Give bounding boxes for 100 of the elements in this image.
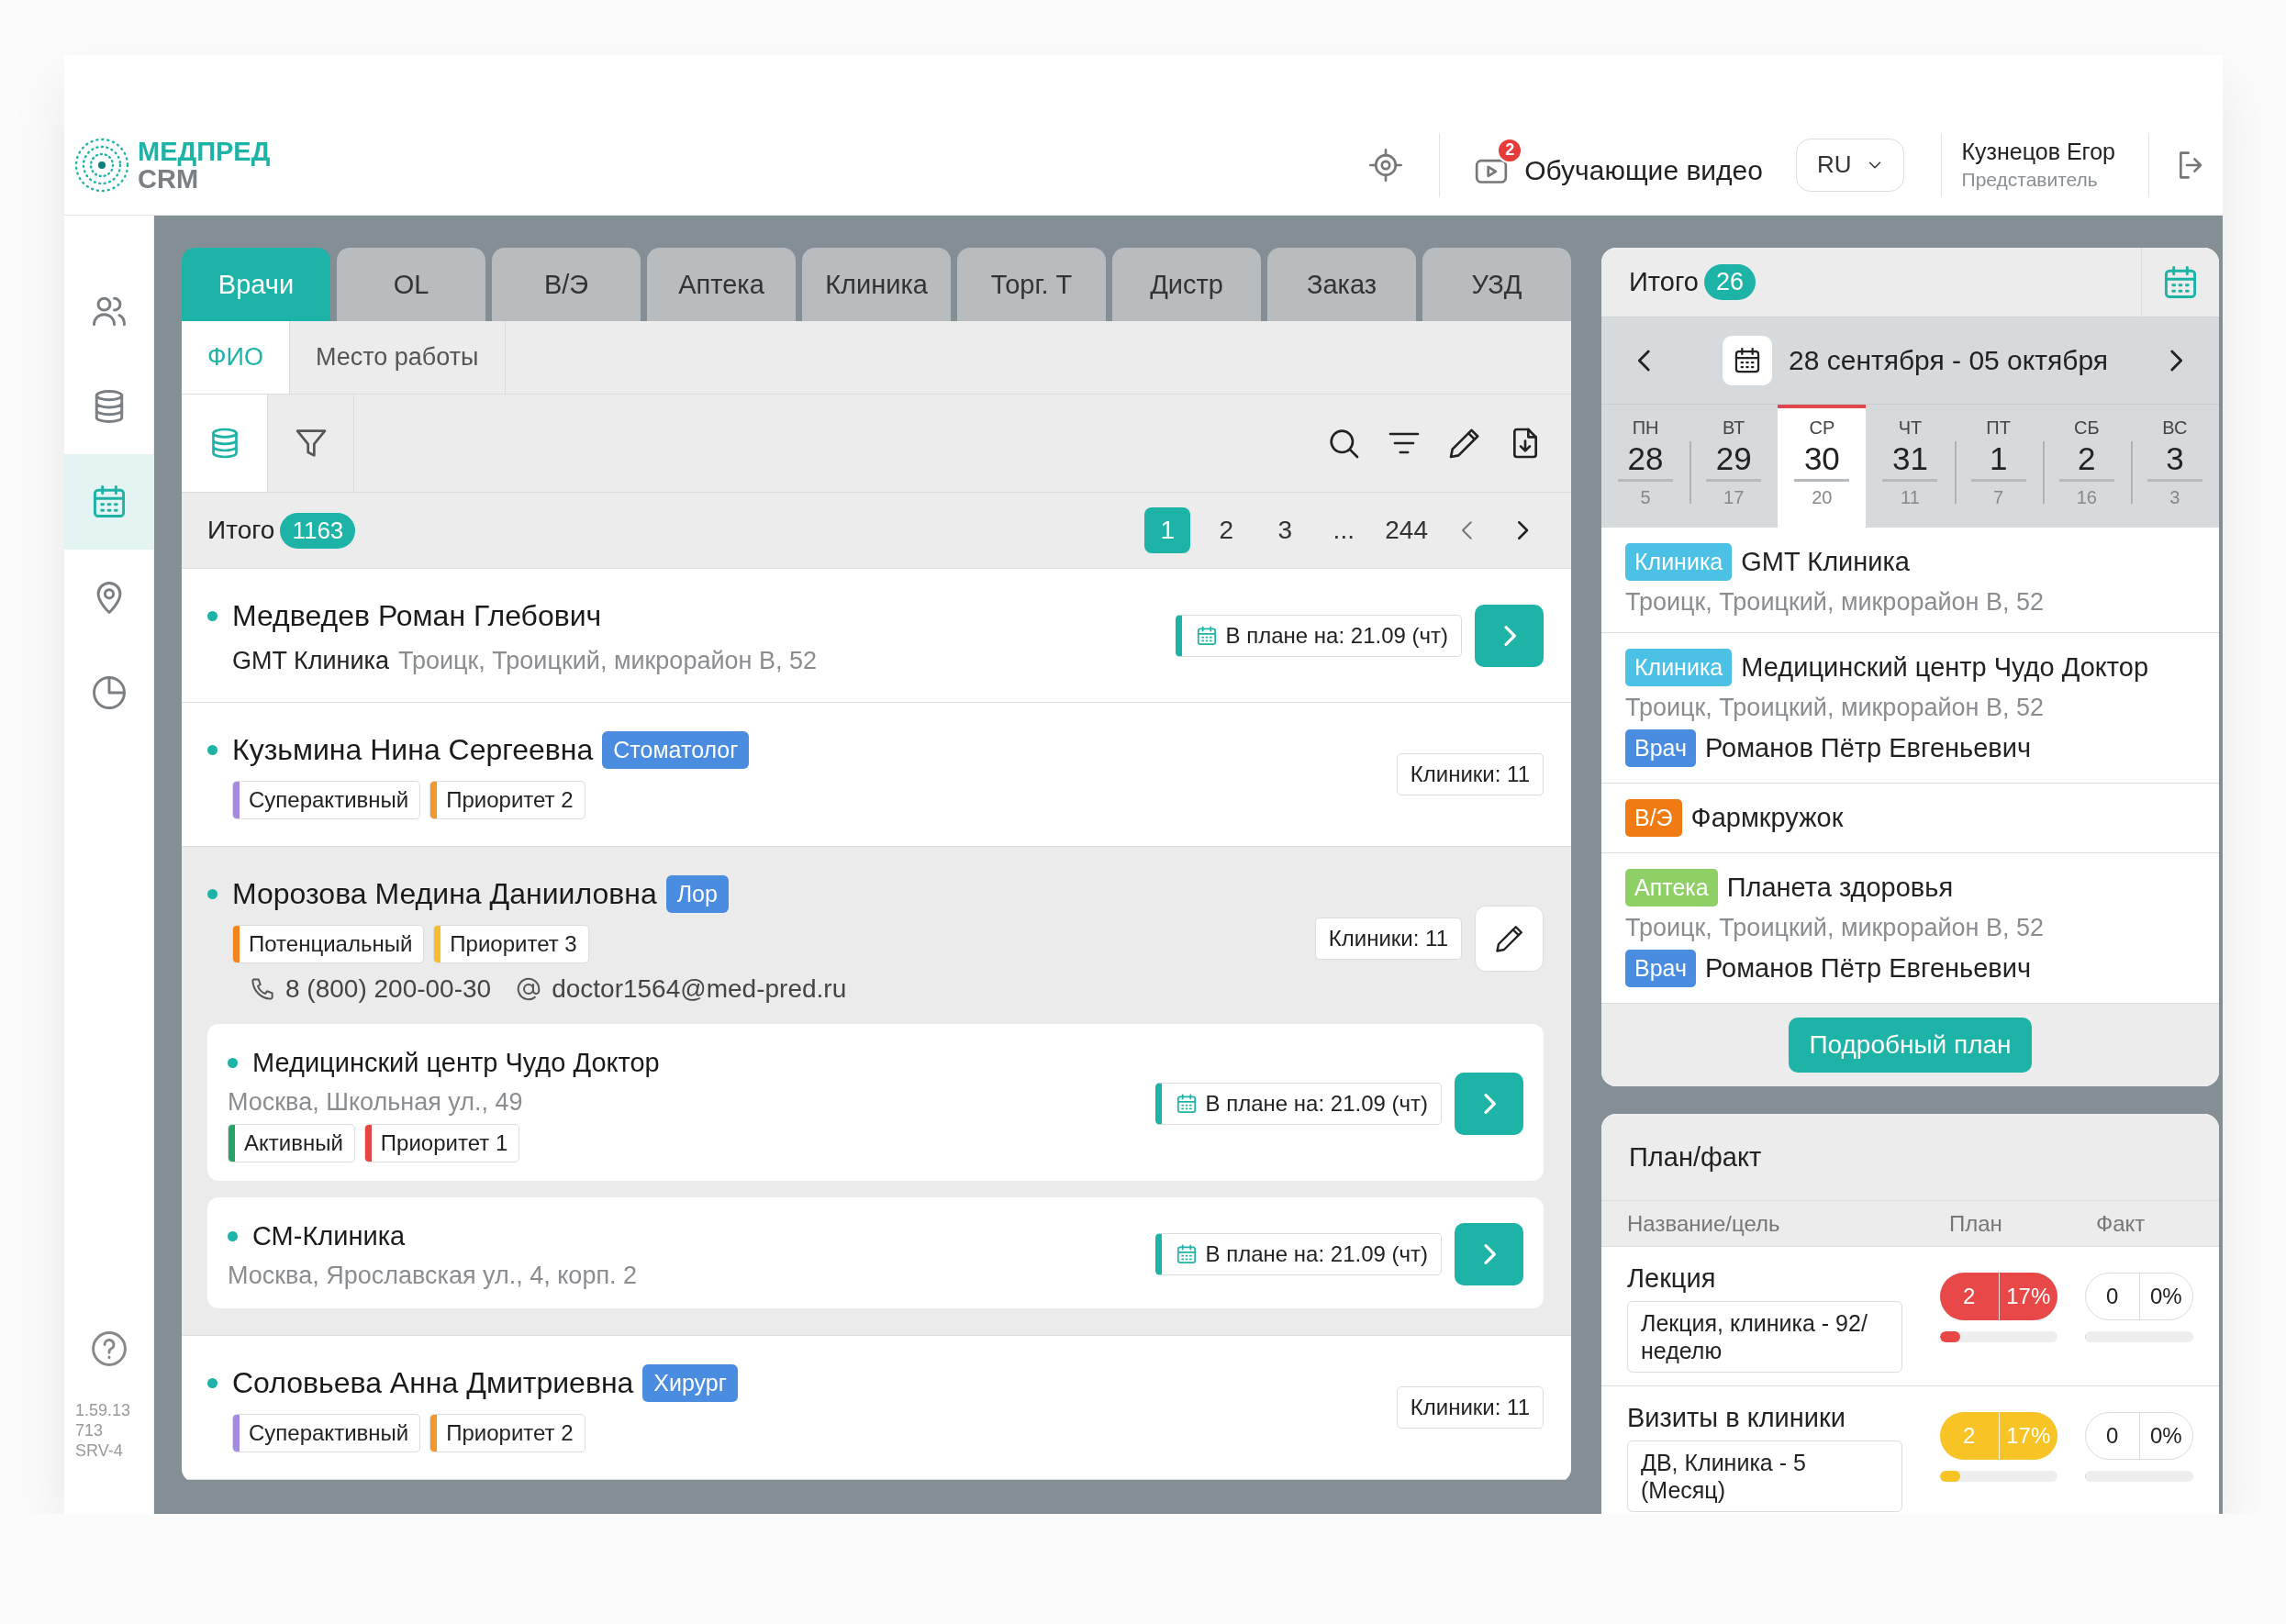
- fact-count: 0: [2105, 1283, 2120, 1310]
- clinics-count-chip: Клиники: 11: [1314, 918, 1462, 960]
- event-name: GMT Клиника: [1741, 547, 1910, 577]
- phone-number: 8 (800) 200-00-30: [285, 974, 492, 1004]
- fact-percent: 0%: [2138, 1413, 2192, 1459]
- plan-count: 2: [1962, 1422, 1977, 1450]
- plan-percent: 17%: [1998, 1273, 2057, 1320]
- logo-text: МЕДПРЕД: [138, 137, 271, 165]
- plan-percent: 17%: [1998, 1412, 2057, 1460]
- day-number: 31: [1882, 439, 1938, 482]
- total-label: Итого: [207, 516, 275, 545]
- tab[interactable]: Аптека: [647, 248, 796, 321]
- workplace-name: GMT Клиника: [232, 647, 389, 675]
- tab[interactable]: Заказ: [1267, 248, 1416, 321]
- type-tag: Клиника: [1625, 649, 1733, 686]
- plan-date-text: В плане на: 21.09 (чт): [1225, 622, 1448, 649]
- day-of-week: ЧТ: [1898, 417, 1923, 439]
- day-tab[interactable]: ВТ 29 17: [1689, 405, 1779, 528]
- day-of-week: ВС: [2162, 417, 2188, 439]
- day-tab[interactable]: ПТ 1 7: [1954, 405, 2043, 528]
- location-button[interactable]: [1367, 146, 1405, 184]
- status-dot: [228, 1057, 238, 1068]
- day-tab[interactable]: ПН 28 5: [1601, 405, 1690, 528]
- event-item[interactable]: Клиника Медицинский центр Чудо Доктор Троицк, Троицкий, микрорайон В, 52 Врач Романов Пётр Евгеньевич: [1601, 633, 2219, 784]
- event-name: Планета здоровья: [1726, 873, 1954, 903]
- doctor-name: Морозова Медина Данииловна: [232, 876, 657, 911]
- day-tab[interactable]: ЧТ 31 11: [1866, 405, 1955, 528]
- specialty-badge: Стоматолог: [602, 730, 750, 769]
- specialty-badge: Хирург: [642, 1363, 738, 1402]
- page-button[interactable]: 3: [1262, 507, 1309, 553]
- workplace-card[interactable]: Медицинский центр Чудо Доктор Москва, Школьная ул., 49 Активный Приоритет 1 В плане на: 21.09 (чт): [207, 1024, 1544, 1181]
- doctor-name: Соловьева Анна Дмитриевна: [232, 1365, 634, 1400]
- day-number: 3: [2147, 439, 2202, 482]
- open-button[interactable]: [1455, 1072, 1523, 1135]
- status-tag: Потенциальный: [232, 925, 425, 963]
- date-range: 28 сентября - 05 октября: [1789, 345, 2108, 376]
- count-badge: 1163: [280, 512, 356, 549]
- doctor-row[interactable]: Соловьева Анна Дмитриевна Хирург Суперактивный Приоритет 2 Клиники: 11: [182, 1336, 1571, 1480]
- day-of-week: ПН: [1632, 417, 1659, 439]
- goal-text: ДВ, Клиника - 5 (Месяц): [1627, 1440, 1902, 1512]
- doctor-row[interactable]: [182, 847, 1571, 1336]
- tab[interactable]: Торг. Т: [957, 248, 1106, 321]
- tab[interactable]: Дистр: [1112, 248, 1261, 321]
- column-header: План: [1948, 1210, 2003, 1237]
- date-picker-button[interactable]: [1723, 336, 1772, 385]
- version-text: 1.59.13 713 SRV-4: [74, 1400, 132, 1462]
- event-name: Медицинский центр Чудо Доктор: [1741, 652, 2149, 683]
- user-name: Кузнецов Егор: [1961, 139, 2115, 165]
- user-role: Представитель: [1961, 169, 2099, 191]
- goal-text: Лекция, клиника - 92/неделю: [1627, 1301, 1902, 1373]
- workplace-card[interactable]: СМ-Клиника Москва, Ярославская ул., 4, корп. 2 В плане на: 21.09 (чт): [207, 1197, 1544, 1308]
- visit-count: 17: [1723, 487, 1745, 508]
- event-item[interactable]: В/Э Фармкружок: [1601, 784, 2219, 853]
- doctor-row[interactable]: Медведев Роман Глебович GMT Клиника Троицк, Троицкий, микрорайон В, 52 В плане на: 21.09 (чт): [182, 569, 1571, 703]
- notification-badge: 2: [1497, 137, 1523, 163]
- status-dot: [207, 610, 217, 621]
- edit-button[interactable]: [1475, 906, 1544, 972]
- doctor-name: Романов Пётр Евгеньевич: [1704, 733, 2032, 763]
- clinics-count-chip: Клиники: 11: [1396, 753, 1544, 795]
- goal-name: Лекция: [1627, 1263, 1717, 1294]
- type-tag: Врач: [1625, 950, 1696, 987]
- phone-icon: [249, 975, 276, 1003]
- status-tag: Приоритет 2: [429, 1414, 585, 1452]
- sidebar-item[interactable]: [64, 454, 153, 550]
- event-item[interactable]: Клиника GMT Клиника Троицк, Троицкий, микрорайон В, 52: [1601, 528, 2219, 633]
- sub-tab[interactable]: Место работы: [289, 321, 506, 394]
- day-tab[interactable]: СР 30 20: [1778, 405, 1867, 528]
- tab[interactable]: OL: [337, 248, 485, 321]
- language-dropdown[interactable]: RU: [1795, 138, 1904, 192]
- count-badge: 26: [1704, 264, 1756, 300]
- visit-count: 7: [1993, 487, 2004, 508]
- status-tag: Суперактивный: [232, 781, 421, 819]
- event-item[interactable]: Аптека Планета здоровья Троицк, Троицкий, микрорайон В, 52 Врач Романов Пётр Евгеньевич: [1601, 853, 2219, 1004]
- page-button[interactable]: ...: [1321, 507, 1367, 553]
- visit-count: 20: [1812, 487, 1833, 508]
- fact-percent: 0%: [2138, 1274, 2192, 1319]
- open-button[interactable]: [1475, 604, 1544, 667]
- type-tag: Аптека: [1625, 869, 1718, 907]
- status-dot: [207, 1377, 217, 1388]
- training-videos-button[interactable]: 2 Обучающие видео: [1473, 133, 1763, 196]
- status-tag: Суперактивный: [232, 1414, 421, 1452]
- doctor-row[interactable]: Кузьмина Нина Сергеевна Стоматолог Суперактивный Приоритет 2 Клиники: 11: [182, 703, 1571, 847]
- tab[interactable]: Клиника: [802, 248, 951, 321]
- address-text: Троицк, Троицкий, микрорайон В, 52: [398, 647, 817, 675]
- status-dot: [207, 888, 217, 899]
- specialty-badge: Лор: [665, 874, 729, 913]
- status-tag: Активный: [228, 1124, 355, 1162]
- view-button[interactable]: [182, 395, 268, 492]
- doctor-name: Кузьмина Нина Сергеевна: [232, 732, 594, 767]
- tab[interactable]: В/Э: [492, 248, 641, 321]
- status-dot: [207, 744, 217, 755]
- page-button[interactable]: 244: [1379, 507, 1433, 553]
- status-tag: Приоритет 3: [433, 925, 589, 963]
- tab[interactable]: УЗД: [1422, 248, 1571, 321]
- event-name: Фармкружок: [1690, 803, 1844, 833]
- page-button[interactable]: 2: [1203, 507, 1250, 553]
- open-button[interactable]: [1455, 1222, 1523, 1285]
- day-tab[interactable]: СБ 2 16: [2042, 405, 2131, 528]
- day-tab[interactable]: ВС 3 3: [2130, 405, 2219, 528]
- email-address: doctor1564@med-pred.ru: [552, 974, 847, 1004]
